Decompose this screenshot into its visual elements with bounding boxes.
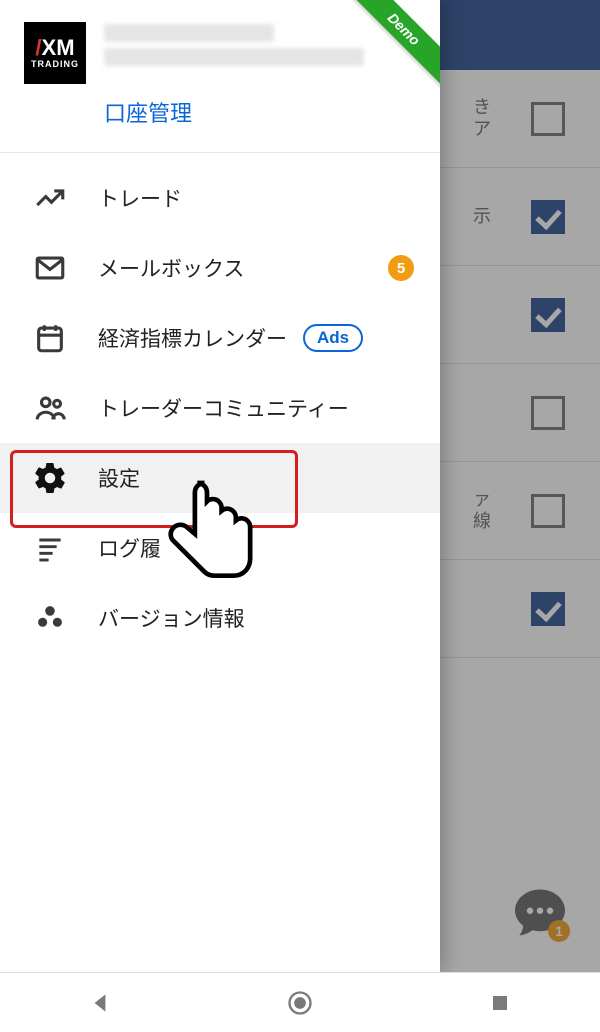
mailbox-count-badge: 5	[388, 255, 414, 281]
menu-item-calendar[interactable]: 経済指標カレンダー Ads	[0, 303, 440, 373]
menu-item-mailbox[interactable]: メールボックス 5	[0, 233, 440, 303]
drawer-menu: トレード メールボックス 5 経済指標カレンダー Ads	[0, 153, 440, 653]
mail-icon	[30, 248, 70, 288]
manage-account-link[interactable]: 口座管理	[104, 96, 420, 128]
menu-label: メールボックス	[98, 253, 388, 283]
menu-label: ログ履	[98, 533, 420, 563]
menu-label: バージョン情報	[98, 603, 420, 633]
trend-up-icon	[30, 178, 70, 218]
drawer-header: /XM TRADING 口座管理 Demo	[0, 0, 440, 140]
manage-account-link-text[interactable]: 口座管理	[104, 101, 192, 126]
gear-icon	[30, 458, 70, 498]
account-info	[104, 22, 420, 72]
nav-recent-button[interactable]	[485, 988, 515, 1018]
menu-item-community[interactable]: トレーダーコミュニティー	[0, 373, 440, 443]
community-icon	[30, 388, 70, 428]
nav-back-button[interactable]	[85, 988, 115, 1018]
ads-badge: Ads	[303, 324, 363, 352]
menu-label: トレーダーコミュニティー	[98, 393, 420, 423]
about-icon	[30, 598, 70, 638]
menu-label: トレード	[98, 183, 420, 213]
calendar-icon	[30, 318, 70, 358]
menu-item-trade[interactable]: トレード	[0, 163, 440, 233]
navigation-drawer: /XM TRADING 口座管理 Demo トレード	[0, 0, 440, 972]
menu-item-log[interactable]: ログ履	[0, 513, 440, 583]
menu-label: 経済指標カレンダー Ads	[98, 323, 420, 353]
android-nav-bar	[0, 972, 600, 1032]
menu-label: 設定	[98, 463, 420, 493]
brand-logo: /XM TRADING	[24, 22, 86, 84]
menu-item-about[interactable]: バージョン情報	[0, 583, 440, 653]
log-icon	[30, 528, 70, 568]
nav-home-button[interactable]	[285, 988, 315, 1018]
menu-item-settings[interactable]: 設定	[0, 443, 440, 513]
